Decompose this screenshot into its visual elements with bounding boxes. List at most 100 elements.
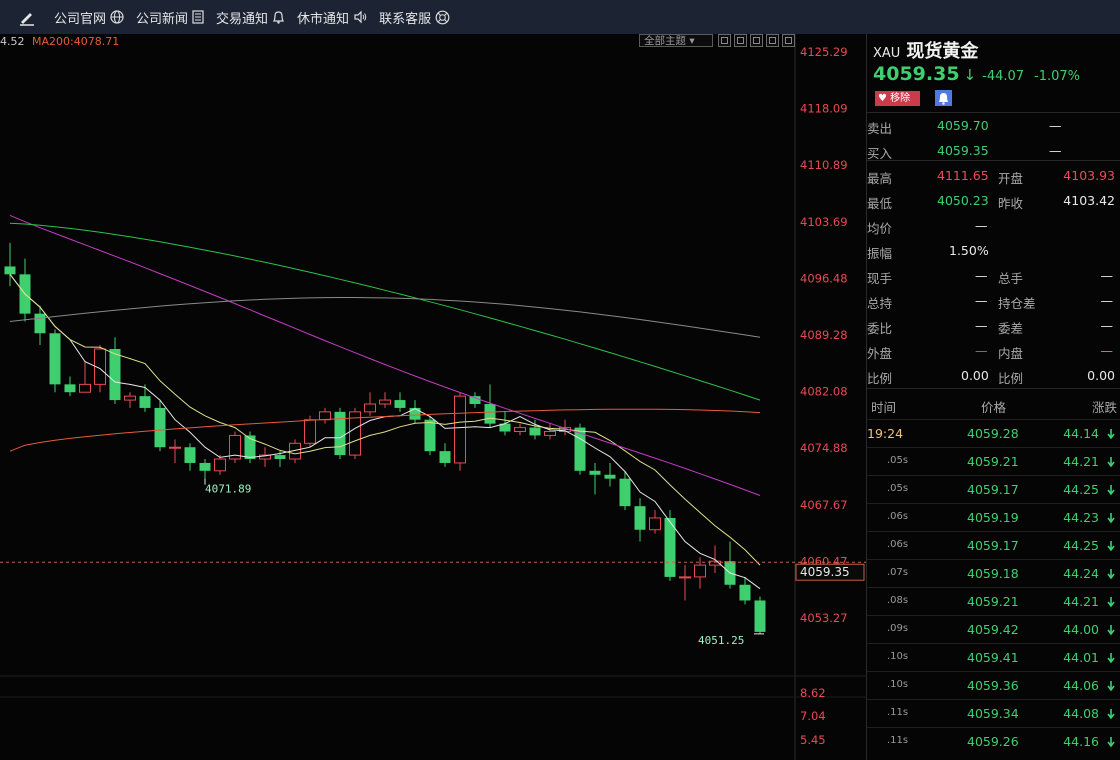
candle-body <box>364 403 376 413</box>
tick-row[interactable]: .11s 4059.34 44.08 <box>867 699 1120 727</box>
bell-icon <box>939 93 948 105</box>
candlestick-chart[interactable]: 4125.29 4118.09 4110.89 4103.69 4096.48 4089.… <box>0 34 866 760</box>
nav-customer-service[interactable]: 联系客服 <box>379 8 450 27</box>
chevron-down-icon: ▾ <box>689 35 695 47</box>
globe-icon <box>110 10 124 24</box>
down-arrow-icon <box>1107 569 1115 579</box>
avg-label: 均价 <box>867 221 893 236</box>
buy-row: 买入 4059.35 — <box>867 137 1120 162</box>
outer-disk-label: 外盘 <box>867 346 893 361</box>
price-axis-tick: 4110.89 <box>800 158 848 172</box>
candle-body <box>154 407 166 448</box>
total-hand-value: — <box>1100 268 1114 283</box>
period-low-label: 4051.25 <box>698 634 744 647</box>
nav-market-closure[interactable]: 休市通知 <box>297 8 367 27</box>
price-axis-tick: 4118.09 <box>800 102 848 116</box>
candle-body <box>409 407 421 420</box>
tick-change: 44.00 <box>1063 622 1099 637</box>
tick-row[interactable]: 19:24 4059.28 44.14 <box>867 419 1120 447</box>
tick-time: .05s <box>887 483 909 494</box>
high-value: 4111.65 <box>937 168 989 183</box>
candle-body <box>424 419 436 452</box>
candle-body <box>619 478 631 507</box>
order-diff-value: — <box>1100 318 1114 333</box>
nav-trade-notice[interactable]: 交易通知 <box>216 8 285 27</box>
inner-disk-value: — <box>1100 343 1114 358</box>
tick-row[interactable]: .08s 4059.21 44.21 <box>867 587 1120 615</box>
tick-row[interactable]: .05s 4059.17 44.25 <box>867 475 1120 503</box>
price-axis-tick: 4089.28 <box>800 328 848 342</box>
tick-time: .07s <box>887 567 909 578</box>
amplitude-row: 振幅 1.50% <box>867 237 1120 262</box>
candle-body <box>319 411 331 421</box>
remove-favorite-button[interactable]: ♥ 移除 <box>875 91 920 106</box>
buy-price: 4059.35 <box>937 143 989 158</box>
zoom-out-button[interactable] <box>750 34 763 47</box>
tick-price: 4059.34 <box>967 706 1019 721</box>
symbol-code: XAU <box>873 46 901 61</box>
candlestick-chart-area[interactable]: 4125.29 4118.09 4110.89 4103.69 4096.48 4089.… <box>0 34 866 760</box>
zoom-in-button[interactable] <box>734 34 747 47</box>
ratio-value-2: 0.00 <box>1087 368 1115 383</box>
sell-row: 卖出 4059.70 — <box>867 112 1120 137</box>
high-open-row: 最高 4111.65 开盘 4103.93 <box>867 162 1120 187</box>
candle-body <box>139 396 151 408</box>
tick-row[interactable]: .07s 4059.18 44.24 <box>867 559 1120 587</box>
candle-body <box>454 395 466 464</box>
tick-price: 4059.28 <box>967 426 1019 441</box>
ma120-line <box>9 222 761 401</box>
total-hand-label: 总手 <box>998 271 1024 286</box>
hold-diff-label: 持仓差 <box>998 296 1036 311</box>
tick-row[interactable]: .06s 4059.19 44.23 <box>867 503 1120 531</box>
candle-body <box>214 458 226 472</box>
tick-row[interactable]: .06s 4059.17 44.25 <box>867 531 1120 559</box>
candle-body <box>754 600 766 632</box>
candle-body <box>649 517 661 531</box>
price-change-percent: -1.07% <box>1034 69 1081 84</box>
last-price: 4059.35 <box>873 63 960 85</box>
tick-row[interactable]: .10s 4059.36 44.06 <box>867 671 1120 699</box>
candle-body <box>34 313 46 334</box>
open-value: 4103.93 <box>1063 168 1115 183</box>
candle-body <box>124 395 136 401</box>
sell-price: 4059.70 <box>937 118 989 133</box>
tick-row[interactable]: .10s 4059.41 44.01 <box>867 643 1120 671</box>
tick-change: 44.21 <box>1063 594 1099 609</box>
candle-body <box>469 396 481 405</box>
current-hand-value: — <box>975 268 988 283</box>
theme-dropdown[interactable]: 全部主题 ▾ <box>639 34 713 47</box>
down-arrow-icon <box>1107 737 1115 747</box>
tick-change: 44.01 <box>1063 650 1099 665</box>
document-icon <box>192 10 204 24</box>
support-icon <box>435 10 450 24</box>
price-axis-tick: 4082.08 <box>800 385 848 399</box>
divider <box>867 388 1120 389</box>
high-label: 最高 <box>867 171 893 186</box>
crosshair-tool-button[interactable] <box>718 34 731 47</box>
price-alert-button[interactable] <box>935 90 952 106</box>
candle-body <box>394 400 406 408</box>
nav-company-site[interactable]: 公司官网 <box>54 8 124 27</box>
down-arrow-icon <box>1107 653 1115 663</box>
candle-body <box>484 404 496 424</box>
tick-row[interactable]: .05s 4059.21 44.21 <box>867 447 1120 475</box>
fullscreen-button[interactable] <box>766 34 779 47</box>
tick-price: 4059.41 <box>967 650 1019 665</box>
candle-body <box>514 427 526 433</box>
low-value: 4050.23 <box>937 193 989 208</box>
tick-change: 44.08 <box>1063 706 1099 721</box>
down-arrow-icon <box>1107 709 1115 719</box>
theme-label: 全部主题 <box>644 35 686 47</box>
tick-row[interactable]: .09s 4059.42 44.00 <box>867 615 1120 643</box>
nav-label: 公司新闻 <box>136 11 189 27</box>
order-diff-label: 委差 <box>998 321 1024 336</box>
col-price: 价格 <box>981 400 1007 415</box>
settings-button[interactable] <box>782 34 795 47</box>
tick-change: 44.24 <box>1063 566 1099 581</box>
price-axis-tick: 4074.88 <box>800 441 848 455</box>
ratio-value: 0.00 <box>961 368 989 383</box>
volume-row: 现手 — 总手 — <box>867 262 1120 287</box>
tick-row[interactable]: .11s 4059.26 44.16 <box>867 727 1120 755</box>
nav-company-news[interactable]: 公司新闻 <box>136 8 204 27</box>
pen-icon[interactable] <box>18 8 36 26</box>
